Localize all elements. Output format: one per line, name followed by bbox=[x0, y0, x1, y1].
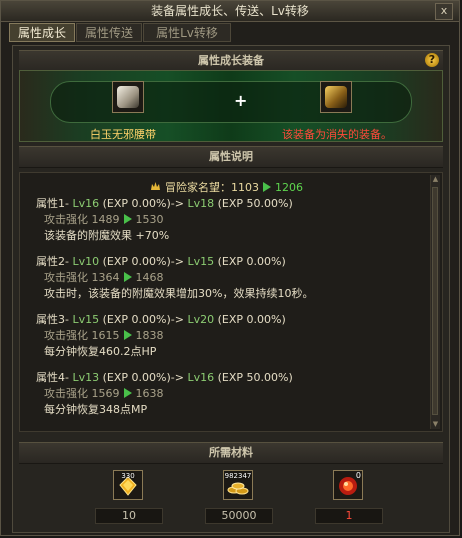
crown-icon bbox=[151, 182, 160, 190]
arrow-icon bbox=[123, 330, 132, 340]
material-3-stack: 0 bbox=[355, 471, 361, 480]
materials-area: 330 10 982347 50000 0 1 bbox=[19, 470, 443, 528]
arrow-icon bbox=[263, 182, 271, 192]
source-item-slot[interactable] bbox=[112, 81, 144, 113]
target-item-slot[interactable] bbox=[320, 81, 352, 113]
source-item-name: 白玉无邪腰带 bbox=[90, 128, 156, 141]
attribute-description-list[interactable]: 冒险家名望：1103 1206 属性1- Lv16 (EXP 0.00%)-> L… bbox=[19, 172, 443, 432]
plus-icon: + bbox=[234, 91, 248, 110]
growth-panel: 属性成长装备 ? + 白玉无邪腰带 该装备为消失的装备。 属性说明 冒险家名望：… bbox=[12, 45, 450, 533]
enhance-slots-area: + 白玉无邪腰带 该装备为消失的装备。 bbox=[19, 70, 443, 142]
material-1-stack: 330 bbox=[121, 472, 135, 480]
equipment-growth-window: 装备属性成长、传送、Lv转移 x 属性成长 属性传送 属性Lv转移 属性成长装备… bbox=[0, 0, 460, 536]
description-scrollbar[interactable]: ▲ ▼ bbox=[430, 175, 440, 429]
tab-attribute-transfer[interactable]: 属性传送 bbox=[76, 23, 142, 42]
materials-section-title: 所需材料 bbox=[209, 446, 253, 459]
attribute-2-stat: 攻击强化 1364 1468 bbox=[44, 271, 164, 284]
window-titlebar[interactable]: 装备属性成长、传送、Lv转移 x bbox=[1, 1, 459, 22]
scroll-down-icon[interactable]: ▼ bbox=[431, 420, 440, 429]
attribute-3-level: 属性3- Lv15 (EXP 0.00%)-> Lv20 (EXP 0.00%) bbox=[36, 313, 286, 326]
target-item-name: 该装备为消失的装备。 bbox=[282, 128, 392, 141]
attribute-4-effect: 每分钟恢复348点MP bbox=[44, 403, 148, 416]
adventurer-fame-row: 冒险家名望：1103 1206 bbox=[150, 179, 303, 195]
fame-label: 冒险家名望： bbox=[165, 181, 231, 194]
materials-section-header: 所需材料 bbox=[19, 442, 443, 464]
attribute-2-level: 属性2- Lv10 (EXP 0.00%)-> Lv15 (EXP 0.00%) bbox=[36, 255, 286, 268]
slot-rail bbox=[50, 81, 412, 123]
belt-icon bbox=[117, 86, 139, 108]
gauntlet-icon bbox=[325, 86, 347, 108]
attribute-4-level: 属性4- Lv13 (EXP 0.00%)-> Lv16 (EXP 50.00%… bbox=[36, 371, 293, 384]
arrow-icon bbox=[123, 214, 132, 224]
scroll-thumb[interactable] bbox=[432, 187, 438, 415]
attribute-2-effect: 攻击时，该装备的附魔效果增加30%，效果持续10秒。 bbox=[44, 287, 314, 300]
attribute-3-effect: 每分钟恢复460.2点HP bbox=[44, 345, 157, 358]
tab-attribute-lv-transfer[interactable]: 属性Lv转移 bbox=[143, 23, 231, 42]
tab-attribute-growth[interactable]: 属性成长 bbox=[9, 23, 75, 42]
material-3-quantity: 1 bbox=[315, 508, 383, 524]
attribute-4-stat: 攻击强化 1569 1638 bbox=[44, 387, 164, 400]
material-1-quantity: 10 bbox=[95, 508, 163, 524]
scroll-up-icon[interactable]: ▲ bbox=[431, 175, 440, 184]
fame-to: 1206 bbox=[275, 181, 303, 194]
material-2-stack: 982347 bbox=[224, 472, 252, 480]
enhance-section-title: 属性成长装备 bbox=[198, 54, 264, 67]
attribute-1-effect: 该装备的附魔效果 +70% bbox=[44, 229, 170, 242]
attribute-3-stat: 攻击强化 1615 1838 bbox=[44, 329, 164, 342]
description-section-title: 属性说明 bbox=[209, 150, 253, 163]
material-slot-3[interactable]: 0 bbox=[333, 470, 363, 500]
close-icon[interactable]: x bbox=[435, 3, 453, 20]
fame-from: 1103 bbox=[231, 181, 259, 194]
material-2-quantity: 50000 bbox=[205, 508, 273, 524]
attribute-1-stat: 攻击强化 1489 1530 bbox=[44, 213, 164, 226]
material-slot-1[interactable]: 330 bbox=[113, 470, 143, 500]
arrow-icon bbox=[123, 388, 132, 398]
arrow-icon bbox=[123, 272, 132, 282]
attribute-1-level: 属性1- Lv16 (EXP 0.00%)-> Lv18 (EXP 50.00%… bbox=[36, 197, 293, 210]
material-slot-2[interactable]: 982347 bbox=[223, 470, 253, 500]
help-icon[interactable]: ? bbox=[425, 53, 439, 67]
enhance-section-header: 属性成长装备 ? bbox=[19, 50, 443, 72]
window-title: 装备属性成长、传送、Lv转移 bbox=[151, 4, 309, 18]
description-section-header: 属性说明 bbox=[19, 146, 443, 168]
